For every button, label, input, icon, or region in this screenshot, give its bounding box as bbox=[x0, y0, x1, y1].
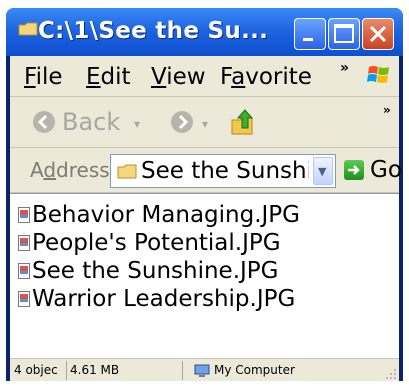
address-value[interactable]: See the Sunshine bbox=[141, 156, 309, 186]
jpg-file-icon bbox=[18, 207, 30, 223]
folder-icon bbox=[117, 164, 137, 179]
menu-favorites-pre: F bbox=[220, 64, 232, 90]
menu-file-accel: F bbox=[24, 64, 36, 90]
file-list-padding bbox=[10, 348, 399, 358]
address-label-rest: dress bbox=[56, 158, 110, 182]
address-input[interactable]: See the Sunshine ▼ bbox=[110, 154, 336, 188]
folder-icon bbox=[18, 22, 38, 36]
status-object-count: 4 objec bbox=[14, 363, 58, 377]
menu-favorites-accel: a bbox=[231, 64, 246, 90]
menu-edit-label: dit bbox=[100, 64, 131, 90]
go-arrow-icon bbox=[344, 160, 364, 180]
maximize-button[interactable] bbox=[328, 18, 360, 50]
menu-file[interactable]: File bbox=[24, 62, 63, 92]
status-bar: 4 objec 4.61 MB My Computer bbox=[10, 358, 399, 381]
standard-toolbar: Back ▾ ▾ » bbox=[10, 97, 399, 148]
go-button[interactable]: Go bbox=[342, 156, 402, 186]
up-folder-icon[interactable] bbox=[230, 108, 256, 136]
menu-file-label: ile bbox=[35, 64, 63, 90]
file-name: People's Potential.JPG bbox=[32, 230, 281, 256]
maximize-icon bbox=[334, 24, 354, 43]
back-button-label[interactable]: Back bbox=[62, 107, 120, 137]
forward-dropdown-icon[interactable]: ▾ bbox=[202, 117, 208, 131]
forward-arrow-icon[interactable] bbox=[170, 110, 194, 134]
resize-grip-icon[interactable] bbox=[385, 368, 397, 380]
menu-view-label: iew bbox=[166, 64, 206, 90]
file-name: Warrior Leadership.JPG bbox=[32, 286, 296, 312]
status-divider bbox=[66, 361, 67, 380]
file-list: Behavior Managing.JPG People's Potential… bbox=[10, 193, 399, 349]
close-icon bbox=[369, 25, 387, 43]
address-dropdown-button[interactable]: ▼ bbox=[313, 157, 333, 185]
chevron-down-icon: ▼ bbox=[318, 165, 327, 178]
status-size: 4.61 MB bbox=[70, 363, 120, 377]
menu-favorites[interactable]: Favorite bbox=[220, 62, 312, 92]
window-title: C:\1\See the Su... bbox=[38, 18, 269, 44]
address-label-accel: d bbox=[43, 158, 57, 182]
title-bar[interactable]: C:\1\See the Su... bbox=[6, 8, 403, 56]
menu-bar: File Edit View Favorite » bbox=[10, 56, 399, 97]
toolbar-overflow-chevron-icon[interactable]: » bbox=[383, 103, 391, 117]
windows-logo-icon bbox=[367, 66, 389, 83]
go-button-label: Go bbox=[370, 157, 402, 183]
my-computer-icon bbox=[194, 364, 210, 377]
status-divider bbox=[182, 361, 183, 380]
window-client: File Edit View Favorite » Back ▾ ▾ » Add… bbox=[10, 56, 402, 381]
explorer-window: C:\1\See the Su... File Edit View Favori… bbox=[6, 8, 403, 381]
menu-favorites-label: vorite bbox=[245, 64, 312, 90]
menu-edit[interactable]: Edit bbox=[86, 62, 131, 92]
menu-view[interactable]: View bbox=[151, 62, 206, 92]
menu-overflow-chevron-icon[interactable]: » bbox=[340, 60, 349, 76]
menu-view-accel: V bbox=[151, 64, 167, 90]
file-name: See the Sunshine.JPG bbox=[32, 258, 279, 284]
back-dropdown-icon[interactable]: ▾ bbox=[134, 117, 140, 131]
address-bar: Address See the Sunshine ▼ Go bbox=[10, 148, 402, 193]
address-label-pre: A bbox=[30, 158, 44, 182]
minimize-button[interactable] bbox=[294, 18, 326, 50]
jpg-file-icon bbox=[18, 235, 30, 251]
back-arrow-icon[interactable] bbox=[32, 110, 56, 134]
jpg-file-icon bbox=[18, 263, 30, 279]
status-location: My Computer bbox=[214, 363, 295, 377]
menu-edit-accel: E bbox=[86, 64, 101, 90]
file-name: Behavior Managing.JPG bbox=[32, 202, 301, 228]
jpg-file-icon bbox=[18, 291, 30, 307]
close-button[interactable] bbox=[362, 18, 394, 50]
address-label: Address bbox=[30, 156, 110, 184]
minimize-icon bbox=[303, 38, 313, 41]
